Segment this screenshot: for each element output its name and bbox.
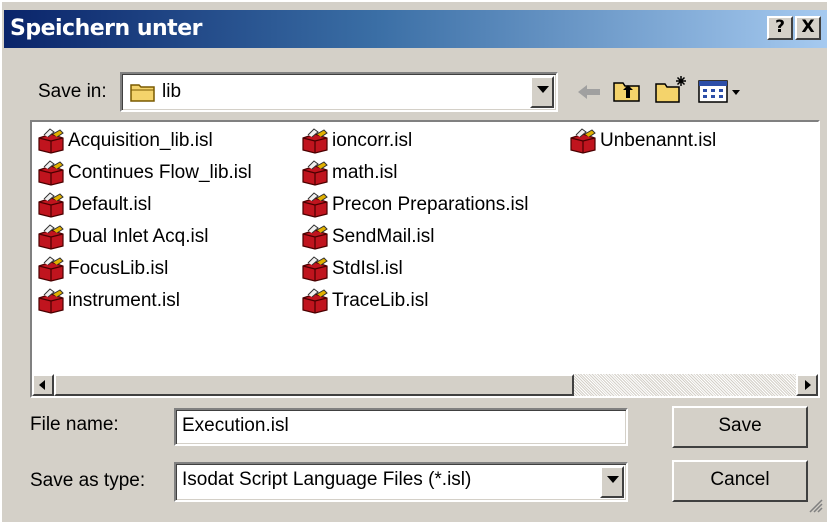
file-item-label: Default.isl bbox=[68, 194, 152, 215]
file-item-label: TraceLib.isl bbox=[332, 290, 429, 311]
file-item[interactable]: math.isl bbox=[300, 158, 397, 188]
file-item[interactable]: Dual Inlet Acq.isl bbox=[36, 222, 208, 252]
toolbox-script-icon bbox=[300, 224, 332, 250]
file-item-label: math.isl bbox=[332, 162, 398, 183]
file-item-label: Unbenannt.isl bbox=[600, 130, 717, 151]
chevron-down-icon bbox=[537, 86, 549, 93]
file-item[interactable]: instrument.isl bbox=[36, 286, 180, 316]
file-item-label: Continues Flow_lib.isl bbox=[68, 162, 252, 183]
file-item-label: StdIsl.isl bbox=[332, 258, 403, 279]
toolbox-script-icon bbox=[300, 192, 332, 218]
folder-icon bbox=[130, 81, 156, 108]
scroll-left-button[interactable] bbox=[32, 374, 54, 396]
close-button[interactable]: X bbox=[795, 16, 821, 40]
toolbox-script-icon bbox=[300, 288, 332, 314]
toolbox-script-icon bbox=[568, 128, 600, 154]
file-item[interactable]: StdIsl.isl bbox=[300, 254, 403, 284]
toolbox-script-icon bbox=[300, 128, 332, 154]
file-list[interactable]: Acquisition_lib.isl Continues Flow_lib.is… bbox=[30, 120, 820, 398]
file-item-label: instrument.isl bbox=[68, 290, 180, 311]
file-name-input[interactable]: Execution.isl bbox=[174, 408, 628, 446]
file-item-label: Acquisition_lib.isl bbox=[68, 130, 213, 151]
help-button[interactable]: ? bbox=[767, 16, 793, 40]
toolbox-script-icon bbox=[36, 256, 68, 282]
file-item[interactable]: Default.isl bbox=[36, 190, 151, 220]
save-button[interactable]: Save bbox=[672, 406, 808, 448]
file-item-label: FocusLib.isl bbox=[68, 258, 169, 279]
arrow-right-icon bbox=[805, 380, 811, 390]
window-title: Speichern unter bbox=[10, 16, 202, 41]
file-item[interactable]: Unbenannt.isl bbox=[568, 126, 716, 156]
save-as-type-value: Isodat Script Language Files (*.isl) bbox=[182, 469, 472, 490]
new-folder-icon[interactable] bbox=[654, 74, 688, 109]
file-item-label: SendMail.isl bbox=[332, 226, 435, 247]
toolbox-script-icon bbox=[36, 288, 68, 314]
file-item-label: ioncorr.isl bbox=[332, 130, 413, 151]
resize-grip-icon[interactable] bbox=[807, 497, 823, 518]
file-name-label: File name: bbox=[30, 414, 119, 435]
save-in-value: lib bbox=[162, 81, 182, 102]
save-in-combobox[interactable]: lib bbox=[120, 72, 558, 112]
file-item[interactable]: SendMail.isl bbox=[300, 222, 434, 252]
file-item[interactable]: Precon Preparations.isl bbox=[300, 190, 528, 220]
file-item-label: Dual Inlet Acq.isl bbox=[68, 226, 209, 247]
cancel-button[interactable]: Cancel bbox=[672, 460, 808, 502]
save-as-type-label: Save as type: bbox=[30, 470, 146, 491]
file-item[interactable]: Acquisition_lib.isl bbox=[36, 126, 213, 156]
arrow-left-icon bbox=[39, 380, 45, 390]
view-menu-icon[interactable] bbox=[698, 80, 742, 109]
scroll-right-button[interactable] bbox=[796, 374, 818, 396]
save-in-label: Save in: bbox=[38, 81, 107, 102]
toolbox-script-icon bbox=[300, 160, 332, 186]
title-bar[interactable]: Speichern unter ? X bbox=[4, 10, 827, 48]
save-as-dialog: Speichern unter ? X Save in: lib Acquisi… bbox=[0, 0, 827, 522]
scroll-thumb[interactable] bbox=[54, 374, 574, 396]
file-item-label: Precon Preparations.isl bbox=[332, 194, 529, 215]
toolbox-script-icon bbox=[36, 192, 68, 218]
file-item[interactable]: FocusLib.isl bbox=[36, 254, 168, 284]
file-item[interactable]: TraceLib.isl bbox=[300, 286, 428, 316]
horizontal-scrollbar[interactable] bbox=[32, 374, 818, 396]
toolbox-script-icon bbox=[36, 128, 68, 154]
save-as-type-dropdown-button[interactable] bbox=[600, 466, 624, 498]
file-item[interactable]: ioncorr.isl bbox=[300, 126, 412, 156]
save-in-dropdown-button[interactable] bbox=[530, 76, 554, 108]
up-folder-icon[interactable] bbox=[612, 78, 642, 109]
toolbox-script-icon bbox=[300, 256, 332, 282]
file-name-value: Execution.isl bbox=[182, 415, 289, 436]
file-item[interactable]: Continues Flow_lib.isl bbox=[36, 158, 252, 188]
save-as-type-combobox[interactable]: Isodat Script Language Files (*.isl) bbox=[174, 462, 628, 502]
toolbox-script-icon bbox=[36, 160, 68, 186]
chevron-down-icon bbox=[607, 476, 619, 483]
toolbox-script-icon bbox=[36, 224, 68, 250]
back-arrow-icon[interactable] bbox=[576, 82, 602, 107]
